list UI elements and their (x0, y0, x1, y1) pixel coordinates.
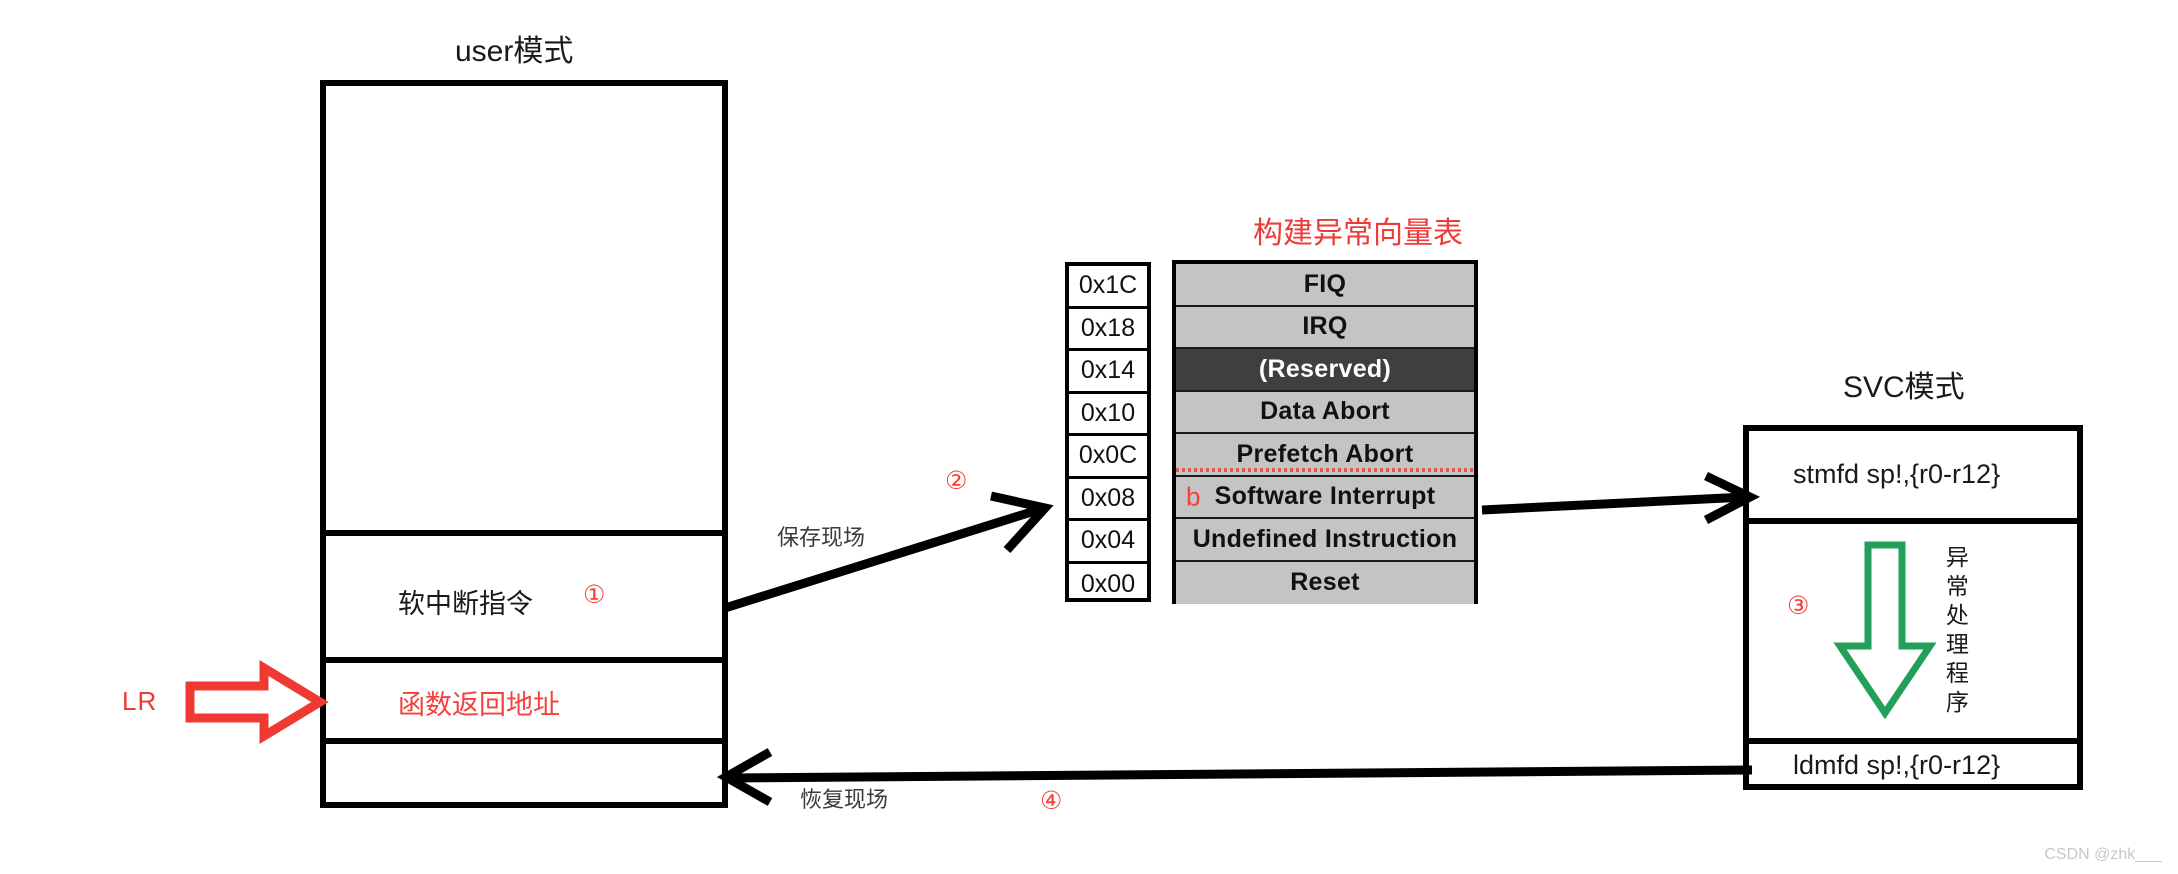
vector-entry-label: Prefetch Abort (1236, 439, 1414, 468)
vector-entry-label: Software Interrupt (1214, 482, 1436, 511)
address-cell: 0x08 (1069, 479, 1147, 521)
vector-entry-label: IRQ (1302, 312, 1348, 341)
address-text: 0x10 (1080, 398, 1136, 427)
step-marker-4: ④ (1040, 787, 1063, 815)
branch-marker: b (1186, 481, 1201, 512)
vector-entry-column: FIQ IRQ (Reserved) Data Abort Prefetch A… (1172, 260, 1478, 604)
address-cell: 0x00 (1069, 564, 1147, 607)
step-marker-1: ① (583, 581, 606, 609)
address-cell: 0x14 (1069, 351, 1147, 394)
user-row-soft-interrupt-label: 软中断指令 (398, 589, 533, 619)
svc-box-divider-1 (1743, 518, 2083, 524)
vector-entry-reset: Reset (1176, 561, 1474, 604)
vector-entry-label: Data Abort (1260, 397, 1390, 426)
vector-entry-label: FIQ (1303, 269, 1347, 298)
address-text: 0x1C (1078, 271, 1138, 300)
vector-address-column: 0x1C 0x18 0x14 0x10 0x0C 0x08 0x04 0x00 (1065, 262, 1151, 602)
step-marker-3: ③ (1787, 592, 1810, 620)
vector-table-title: 构建异常向量表 (1253, 217, 1463, 250)
watermark: CSDN @zhk___ (2044, 846, 2162, 863)
vector-entry-prefetch-abort: Prefetch Abort (1176, 434, 1474, 477)
address-cell: 0x10 (1069, 394, 1147, 436)
svc-box-divider-2 (1743, 738, 2083, 744)
svc-mode-title: SVC模式 (1843, 371, 1965, 404)
svc-push-instruction: stmfd sp!,{r0-r12} (1793, 459, 2001, 489)
address-text: 0x14 (1080, 356, 1136, 385)
exception-handler-label: 异常处理程序 (1942, 545, 1969, 719)
user-box-divider-1 (320, 530, 728, 536)
vector-entry-software-interrupt: b Software Interrupt (1176, 476, 1474, 519)
vector-to-svc-arrow-icon (1478, 450, 1761, 540)
vector-entry-irq: IRQ (1176, 306, 1474, 349)
vector-entry-data-abort: Data Abort (1176, 391, 1474, 434)
save-context-label: 保存现场 (777, 525, 866, 550)
address-text: 0x00 (1080, 570, 1136, 599)
address-text: 0x04 (1080, 526, 1136, 555)
svc-pop-instruction: ldmfd sp!,{r0-r12} (1793, 750, 2001, 780)
vector-entry-label: Undefined Instruction (1192, 524, 1458, 553)
save-context-arrow-icon (715, 460, 1065, 620)
vector-entry-undefined-instruction: Undefined Instruction (1176, 519, 1474, 562)
step-marker-2: ② (945, 467, 968, 495)
vector-entry-label: (Reserved) (1258, 354, 1392, 383)
vector-entry-fiq: FIQ (1176, 264, 1474, 307)
address-text: 0x08 (1080, 483, 1136, 512)
user-box-divider-2 (320, 657, 728, 663)
address-cell: 0x1C (1069, 266, 1147, 309)
lr-label: LR (122, 686, 158, 716)
diagram-canvas: user模式 软中断指令 ① 函数返回地址 LR 构建异常向量表 0x1C 0x… (0, 0, 2178, 874)
vector-entry-reserved: (Reserved) (1176, 349, 1474, 392)
user-row-return-address-label: 函数返回地址 (398, 690, 560, 720)
address-text: 0x18 (1080, 313, 1136, 342)
spellcheck-underline (1176, 467, 1474, 472)
lr-arrow-icon (185, 660, 329, 744)
address-cell: 0x04 (1069, 521, 1147, 564)
address-text: 0x0C (1078, 441, 1138, 470)
user-box-divider-3 (320, 738, 728, 744)
vector-entry-label: Reset (1290, 568, 1360, 597)
restore-context-label: 恢复现场 (800, 787, 889, 812)
address-cell: 0x18 (1069, 309, 1147, 351)
address-cell: 0x0C (1069, 436, 1147, 479)
exception-handler-arrow-icon (1830, 540, 1940, 720)
user-mode-title: user模式 (455, 35, 574, 68)
